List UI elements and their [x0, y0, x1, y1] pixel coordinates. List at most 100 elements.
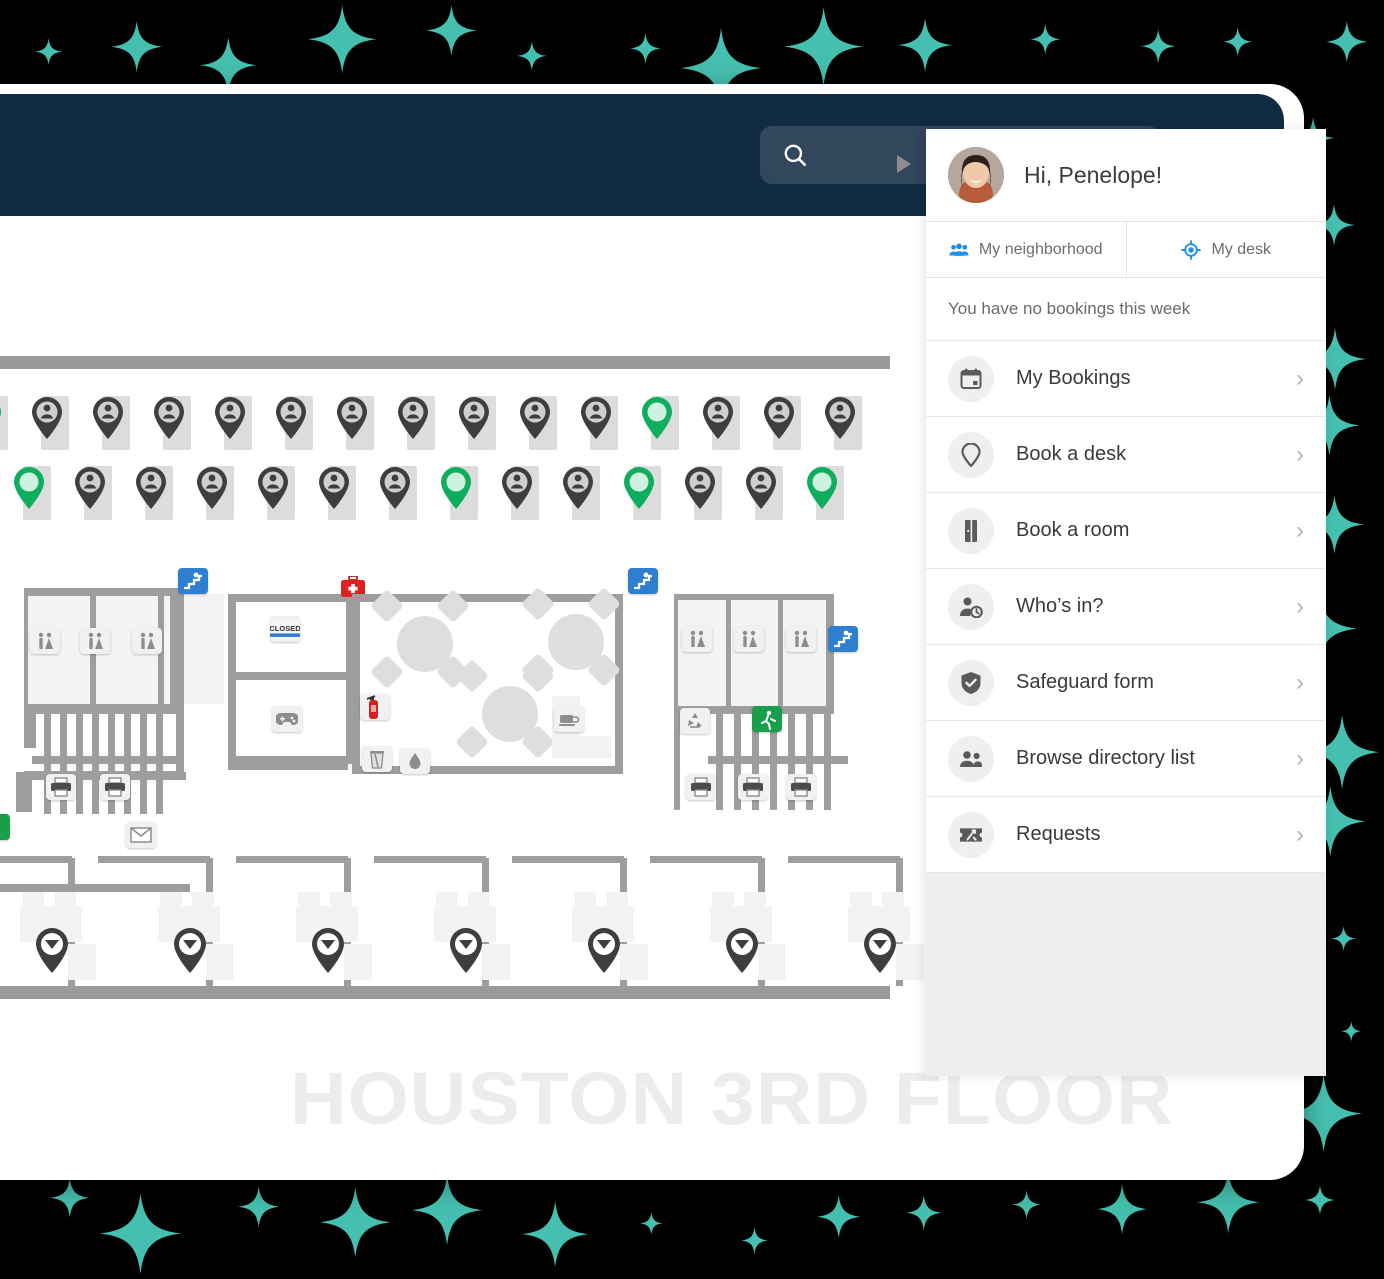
desk-pin-available[interactable] — [619, 464, 659, 510]
printer-icon[interactable] — [686, 774, 716, 800]
mail-icon[interactable] — [126, 822, 156, 848]
stairs-icon[interactable] — [628, 568, 658, 594]
printer-icon[interactable] — [100, 774, 130, 800]
desk-pin-occupied[interactable] — [253, 464, 293, 510]
desk-pin-occupied[interactable] — [558, 464, 598, 510]
desk-pin-available[interactable] — [802, 464, 842, 510]
chair — [455, 725, 489, 759]
panel-tabs: My neighborhood My desk — [926, 221, 1326, 278]
menu-item-browse-directory-list[interactable]: Browse directory list › — [926, 721, 1326, 797]
room-pin[interactable] — [168, 924, 208, 973]
room-pin[interactable] — [306, 924, 346, 973]
recycling-icon[interactable] — [680, 708, 710, 734]
desk-pin-occupied[interactable] — [192, 464, 232, 510]
game-controller-icon[interactable] — [272, 706, 302, 732]
desk-pin-occupied[interactable] — [149, 394, 189, 440]
running-exit-icon[interactable] — [752, 706, 782, 732]
wall — [352, 766, 622, 774]
people-icon — [948, 735, 994, 782]
tab-my-neighborhood[interactable]: My neighborhood — [926, 222, 1126, 277]
wall — [228, 672, 236, 764]
menu-item-who-s-in[interactable]: Who’s in? › — [926, 569, 1326, 645]
room-pin[interactable] — [582, 924, 622, 973]
wall — [826, 594, 834, 714]
desk-pin-available[interactable] — [436, 464, 476, 510]
desk-pin-occupied[interactable] — [576, 394, 616, 440]
restroom-icon[interactable] — [682, 626, 712, 652]
menu-item-requests[interactable]: Requests › — [926, 797, 1326, 873]
room-pin[interactable] — [858, 924, 898, 973]
desk-pin-occupied[interactable] — [497, 464, 537, 510]
desk-pin-occupied[interactable] — [271, 394, 311, 440]
restroom-icon[interactable] — [30, 628, 60, 654]
desk-pin-occupied[interactable] — [393, 394, 433, 440]
room-top-wall — [98, 856, 210, 863]
desk-pin-occupied[interactable] — [375, 464, 415, 510]
room-fill — [782, 600, 830, 706]
wall — [0, 884, 190, 892]
menu-item-label: Safeguard form — [1016, 671, 1154, 693]
menu-item-label: Who’s in? — [1016, 595, 1104, 617]
desk-pin-occupied[interactable] — [698, 394, 738, 440]
desk-pin-occupied[interactable] — [131, 464, 171, 510]
sparkle-icon — [319, 1186, 391, 1258]
restroom-icon[interactable] — [80, 628, 110, 654]
menu-item-book-a-desk[interactable]: Book a desk › — [926, 417, 1326, 493]
door-icon — [948, 507, 994, 554]
fire-extinguisher-icon[interactable] — [360, 694, 390, 720]
restroom-icon[interactable] — [786, 626, 816, 652]
room-pin[interactable] — [30, 924, 70, 973]
desk-pin-occupied[interactable] — [515, 394, 555, 440]
stair-step — [108, 711, 115, 761]
stairs-icon[interactable] — [178, 568, 208, 594]
coffee-icon[interactable] — [554, 706, 584, 732]
expand-panel-triangle-icon[interactable] — [888, 149, 918, 179]
tab-my-desk[interactable]: My desk — [1125, 222, 1326, 277]
desk-pin-occupied[interactable] — [70, 464, 110, 510]
printer-icon[interactable] — [786, 774, 816, 800]
stairs-icon[interactable] — [828, 626, 858, 652]
map-pin-icon — [948, 431, 994, 478]
drink-icon[interactable] — [362, 746, 392, 772]
printer-icon[interactable] — [738, 774, 768, 800]
desk-pin-occupied[interactable] — [210, 394, 250, 440]
menu-item-my-bookings[interactable]: My Bookings › — [926, 341, 1326, 417]
sparkle-icon — [517, 41, 547, 72]
emergency-exit-icon[interactable] — [0, 814, 10, 840]
desk-pin-occupied[interactable] — [680, 464, 720, 510]
room-pin[interactable] — [720, 924, 760, 973]
desk-pin-occupied[interactable] — [759, 394, 799, 440]
room-pin[interactable] — [444, 924, 484, 973]
water-drop-icon[interactable] — [400, 748, 430, 774]
stair-step — [156, 711, 163, 761]
desk-pin-occupied[interactable] — [27, 394, 67, 440]
desk-pin-available[interactable] — [9, 464, 49, 510]
menu-item-safeguard-form[interactable]: Safeguard form › — [926, 645, 1326, 721]
desk-pin-occupied[interactable] — [332, 394, 372, 440]
room-top-wall — [236, 856, 348, 863]
sparkle-icon — [238, 1185, 280, 1228]
desk-pin-available[interactable] — [0, 394, 6, 440]
desk-pin-occupied[interactable] — [454, 394, 494, 440]
sparkle-icon — [49, 1177, 90, 1218]
room-fill — [744, 892, 766, 908]
desk-pin-available[interactable] — [637, 394, 677, 440]
restroom-icon[interactable] — [734, 626, 764, 652]
room-top-wall — [788, 856, 900, 863]
desk-pin-occupied[interactable] — [88, 394, 128, 440]
desk-pin-occupied[interactable] — [820, 394, 860, 440]
room-fill — [730, 600, 778, 706]
tab-label: My neighborhood — [978, 240, 1103, 258]
printer-icon[interactable] — [46, 774, 76, 800]
desk-pin-occupied[interactable] — [741, 464, 781, 510]
desk-pin-occupied[interactable] — [314, 464, 354, 510]
closed-sign-icon[interactable]: CLOSED — [270, 616, 300, 642]
menu-item-label: Requests — [1016, 823, 1101, 845]
sparkle-icon — [1305, 1185, 1336, 1216]
menu-item-book-a-room[interactable]: Book a room › — [926, 493, 1326, 569]
sparkle-icon — [1340, 1020, 1362, 1042]
menu-item-label: Book a desk — [1016, 443, 1127, 465]
calendar-icon — [948, 355, 994, 402]
restroom-icon[interactable] — [132, 628, 162, 654]
wall — [352, 594, 360, 774]
